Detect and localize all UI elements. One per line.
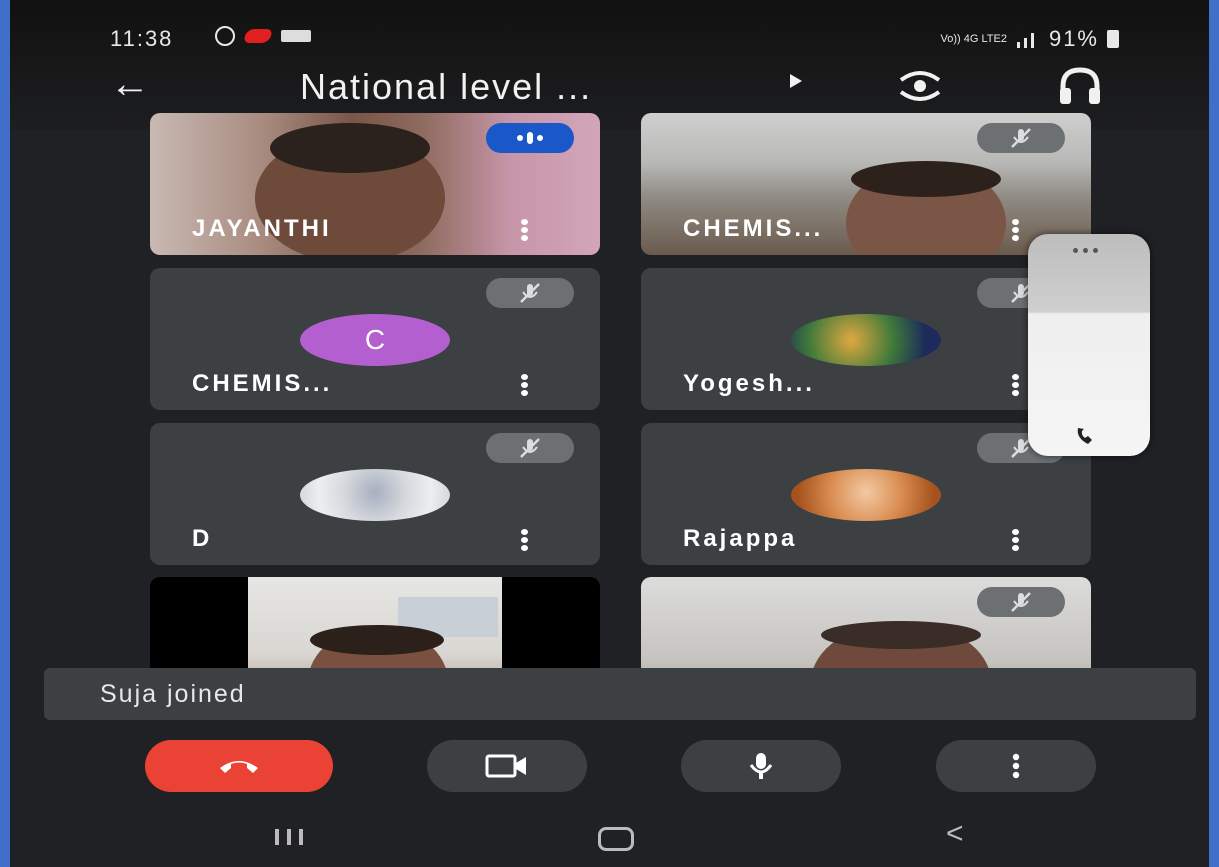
network-indicator: Vo)) 4G LTE2 xyxy=(940,32,1007,45)
mic-off-icon xyxy=(486,278,574,308)
participant-tile[interactable]: CHEMIS... xyxy=(641,113,1091,255)
participant-tile[interactable]: D xyxy=(150,423,600,565)
picture-in-picture-panel[interactable] xyxy=(1028,234,1150,456)
avatar xyxy=(791,314,941,366)
participant-name: CHEMIS... xyxy=(192,370,333,397)
arrow-left-icon[interactable]: ← xyxy=(110,64,170,104)
flip-camera-icon[interactable] xyxy=(895,66,945,106)
more-vert-icon[interactable] xyxy=(1011,219,1019,241)
more-vert-icon[interactable] xyxy=(1011,529,1019,551)
camera-toggle-button[interactable] xyxy=(427,740,587,792)
call-header: ← National level ... xyxy=(10,60,1209,110)
mic-off-icon xyxy=(977,587,1065,617)
more-vert-icon[interactable] xyxy=(520,374,528,396)
participant-name: D xyxy=(192,525,213,552)
end-call-button[interactable] xyxy=(145,740,333,792)
notification-icon xyxy=(281,30,311,42)
microphone-icon xyxy=(749,753,773,779)
notification-text: Suja joined xyxy=(100,680,246,708)
participant-name: JAYANTHI xyxy=(192,215,332,242)
mic-off-icon xyxy=(486,433,574,463)
videocam-icon xyxy=(485,754,526,778)
meeting-title[interactable]: National level ... xyxy=(300,66,592,108)
avatar: C xyxy=(300,314,450,366)
phone-icon[interactable] xyxy=(1074,426,1098,446)
battery-percent: 91% xyxy=(1048,26,1099,51)
avatar xyxy=(300,469,450,521)
signal-icon xyxy=(1016,33,1034,48)
whatsapp-icon xyxy=(215,26,235,46)
more-horiz-icon[interactable] xyxy=(1073,248,1098,253)
recents-icon[interactable] xyxy=(275,829,303,845)
more-options-button[interactable] xyxy=(936,740,1096,792)
battery-icon xyxy=(1107,30,1119,48)
more-vert-icon[interactable] xyxy=(520,219,528,241)
expand-arrow-icon[interactable] xyxy=(790,74,802,88)
participant-tile[interactable]: Rajappa xyxy=(641,423,1091,565)
more-vert-icon xyxy=(1012,753,1020,779)
chevron-left-icon[interactable]: < xyxy=(946,817,964,851)
participant-tile[interactable]: Yogesh... xyxy=(641,268,1091,410)
join-notification: Suja joined xyxy=(44,668,1196,720)
status-bar: 11:38 Vo)) 4G LTE2 91% xyxy=(10,26,1209,54)
airtel-icon xyxy=(242,29,274,43)
participant-name: Rajappa xyxy=(683,525,798,552)
status-time: 11:38 xyxy=(110,26,174,51)
system-nav-bar: < xyxy=(10,807,1209,867)
speaking-indicator-icon xyxy=(486,123,574,153)
headset-icon[interactable] xyxy=(1055,64,1105,108)
participant-name: Yogesh... xyxy=(683,370,815,397)
mic-off-icon xyxy=(977,123,1065,153)
more-vert-icon[interactable] xyxy=(520,529,528,551)
app-window: 11:38 Vo)) 4G LTE2 91% ← National level … xyxy=(10,0,1209,867)
participant-tile[interactable]: JAYANTHI xyxy=(150,113,600,255)
home-icon[interactable] xyxy=(598,827,634,851)
call-end-icon xyxy=(220,761,258,773)
participant-tile[interactable]: C CHEMIS... xyxy=(150,268,600,410)
participant-name: CHEMIS... xyxy=(683,215,824,242)
avatar xyxy=(791,469,941,521)
more-vert-icon[interactable] xyxy=(1011,374,1019,396)
microphone-toggle-button[interactable] xyxy=(681,740,841,792)
